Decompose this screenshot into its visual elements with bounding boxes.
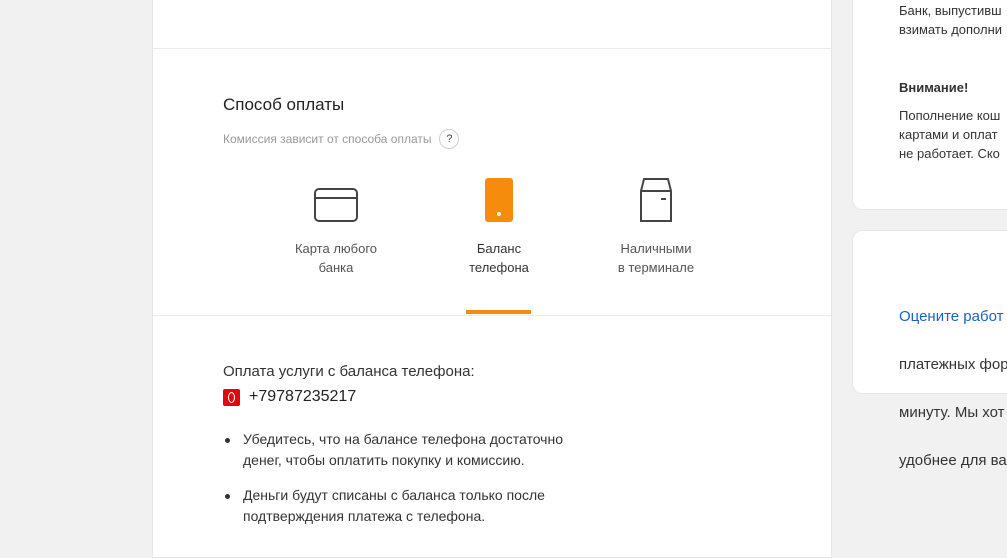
instructions-list: Убедитесь, что на балансе телефона доста… (223, 429, 643, 541)
method-card-label: Карта любого банка (294, 241, 378, 275)
phone-payment-intro: Оплата услуги с баланса телефона: (223, 363, 475, 380)
divider (153, 48, 831, 49)
divider (153, 315, 831, 316)
phone-number-row: +79787235217 (223, 388, 356, 406)
method-terminal[interactable]: Наличными в терминале (591, 177, 721, 277)
list-item: Убедитесь, что на балансе телефона доста… (223, 429, 643, 471)
attention-title: Внимание! (899, 80, 969, 95)
list-item: Деньги будут списаны с баланса только по… (223, 485, 643, 527)
terminal-icon (640, 178, 672, 222)
help-icon[interactable]: ? (439, 129, 460, 149)
method-phone-label: Баланс телефона (469, 241, 529, 275)
feedback-text: Оцените работ платежных фор минуту. Мы х… (899, 308, 1007, 469)
commission-hint: Комиссия зависит от способа оплаты ? (223, 129, 460, 149)
operator-logo-icon (223, 388, 240, 406)
phone-number: +79787235217 (249, 388, 357, 405)
rate-link[interactable]: Оцените работ (899, 309, 1007, 325)
attention-text: Пополнение кош картами и оплат не работает… (899, 108, 1001, 161)
payment-method-title: Способ оплаты (223, 95, 345, 114)
card-icon (314, 188, 358, 222)
commission-hint-text: Комиссия зависит от способа оплаты (223, 132, 432, 146)
method-card[interactable]: Карта любого банка (271, 177, 401, 277)
feedback-card: Оцените работ платежных фор минуту. Мы х… (852, 230, 1007, 469)
phone-icon (485, 178, 513, 222)
method-phone[interactable]: Баланс телефона (434, 177, 564, 277)
info-card: Банк, выпустивш взимать дополни Внимание!… (852, 0, 1007, 210)
method-terminal-label: Наличными в терминале (617, 241, 695, 275)
bank-fee-info: Банк, выпустивш взимать дополни (899, 3, 1003, 37)
active-tab-indicator (466, 310, 531, 314)
payment-card: Способ оплаты Комиссия зависит от способ… (152, 0, 832, 558)
